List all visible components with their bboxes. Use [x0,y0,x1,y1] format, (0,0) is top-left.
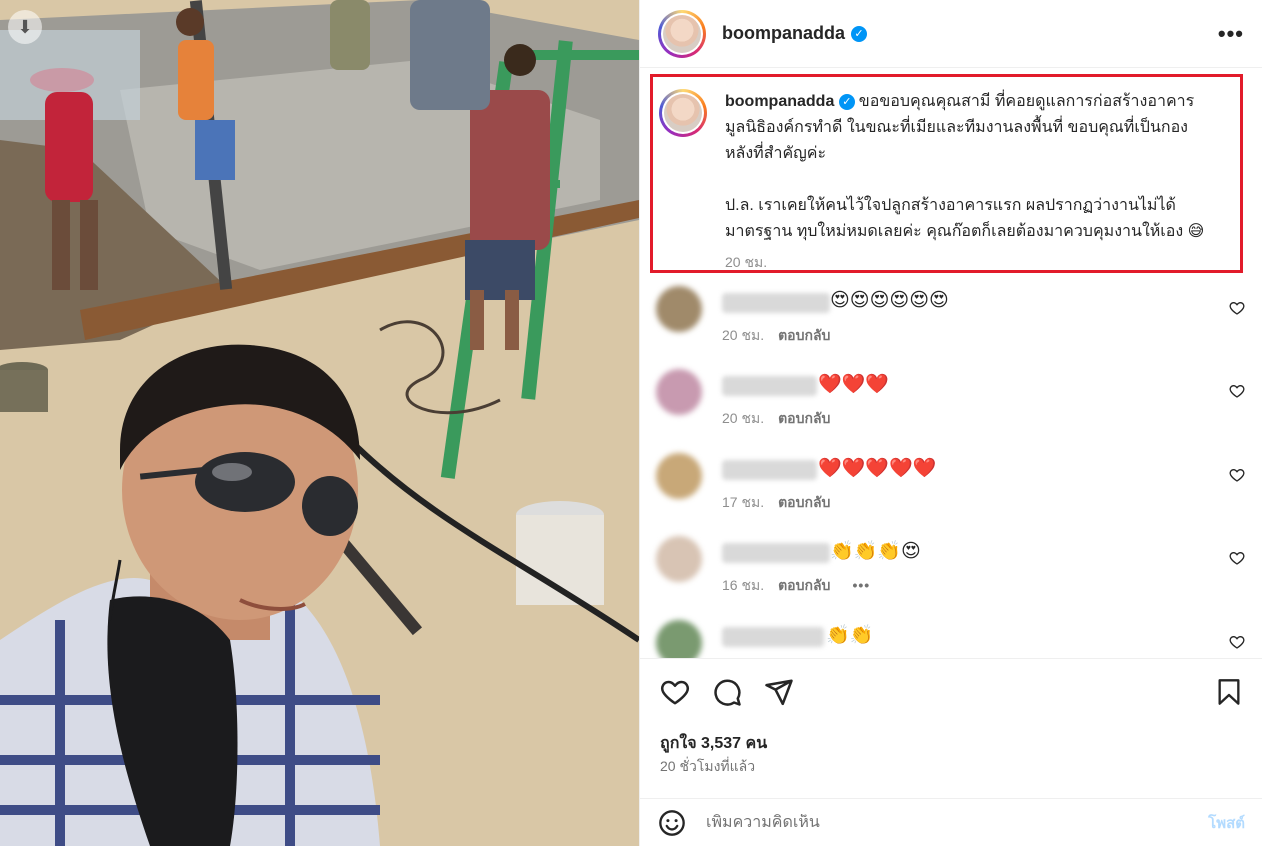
post-photo: ⬇ [0,0,639,846]
comment-like-heart-icon[interactable] [1229,550,1245,566]
comment-like-heart-icon[interactable] [1229,467,1245,483]
comment-time: 20 ชม. [722,410,765,426]
author-avatar[interactable] [658,9,706,58]
comment-time: 20 ชม. [722,327,765,343]
share-icon[interactable] [764,677,794,707]
post-timestamp[interactable]: 20 ชั่วโมงที่แล้ว [660,756,755,778]
comment-item: 👏👏👏😍 16 ชม. ตอบกลับ ••• [640,530,1262,610]
comment-icon[interactable] [712,677,742,707]
comment-text: 👏👏 [826,625,874,646]
comment-time: 17 ชม. [722,494,765,510]
reply-button[interactable]: ตอบกลับ [778,410,830,426]
commenter-username[interactable] [722,293,830,313]
commenter-avatar[interactable] [656,369,702,415]
bookmark-icon[interactable] [1215,677,1243,707]
caption-avatar[interactable] [659,89,707,137]
comment-text: 😍😍😍😍😍😍 [830,290,949,311]
construction-selfie-image [0,0,639,846]
comment-like-heart-icon[interactable] [1229,634,1245,650]
verified-badge-icon: ✓ [838,93,855,110]
commenter-username[interactable] [722,460,817,480]
comment-text: ❤️❤️❤️❤️❤️ [818,458,937,479]
commenter-avatar[interactable] [656,536,702,582]
post-comment-button[interactable]: โพสต์ [1208,811,1245,835]
comment-item: ❤️❤️❤️❤️❤️ 17 ชม. ตอบกลับ [640,447,1262,527]
caption-text: ขอขอบคุณคุณสามี ที่คอยดูแลการก่อสร้างอาค… [725,93,1205,240]
caption-highlight: boompanadda ✓ ขอขอบคุณคุณสามี ที่คอยดูแลก… [650,74,1243,273]
comment-list[interactable]: 😍😍😍😍😍😍 20 ชม. ตอบกลับ ❤️❤️❤️ 20 ชม. ตอบกลั… [640,280,1262,658]
reply-button[interactable]: ตอบกลับ [778,494,830,510]
post-side-panel: boompanadda ✓ ••• boompanadda ✓ ขอขอบคุณค… [639,0,1262,846]
emoji-icon[interactable] [658,809,686,837]
add-comment-bar: โพสต์ [640,798,1262,846]
post-actions: ถูกใจ 3,537 คน 20 ชั่วโมงที่แล้ว [640,658,1262,808]
commenter-avatar[interactable] [656,620,702,658]
reply-button[interactable]: ตอบกลับ [778,327,830,343]
more-options-icon[interactable]: ••• [1218,21,1244,47]
commenter-avatar[interactable] [656,286,702,332]
comment-input[interactable] [706,813,1209,832]
commenter-username[interactable] [722,543,830,563]
post-header: boompanadda ✓ ••• [640,0,1262,68]
comment-text: 👏👏👏😍 [830,541,921,562]
heart-icon[interactable] [660,677,690,707]
comment-like-heart-icon[interactable] [1229,300,1245,316]
author-username[interactable]: boompanadda [722,23,845,44]
comment-item: 👏👏 [640,614,1262,658]
verified-badge-icon: ✓ [851,25,868,42]
caption-username[interactable]: boompanadda [725,93,834,110]
like-count[interactable]: ถูกใจ 3,537 คน [660,731,767,756]
comment-item: ❤️❤️❤️ 20 ชม. ตอบกลับ [640,363,1262,443]
comment-time: 16 ชม. [722,577,765,593]
caption: boompanadda ✓ ขอขอบคุณคุณสามี ที่คอยดูแลก… [725,89,1204,275]
commenter-username[interactable] [722,376,817,396]
comment-item: 😍😍😍😍😍😍 20 ชม. ตอบกลับ [640,280,1262,360]
commenter-username[interactable] [722,627,824,647]
comment-like-heart-icon[interactable] [1229,383,1245,399]
commenter-avatar[interactable] [656,453,702,499]
reply-button[interactable]: ตอบกลับ [778,577,830,593]
caption-timestamp: 20 ชม. [725,254,768,270]
download-icon[interactable]: ⬇ [8,10,42,44]
comment-more-icon[interactable]: ••• [852,577,870,593]
comment-text: ❤️❤️❤️ [818,374,889,395]
